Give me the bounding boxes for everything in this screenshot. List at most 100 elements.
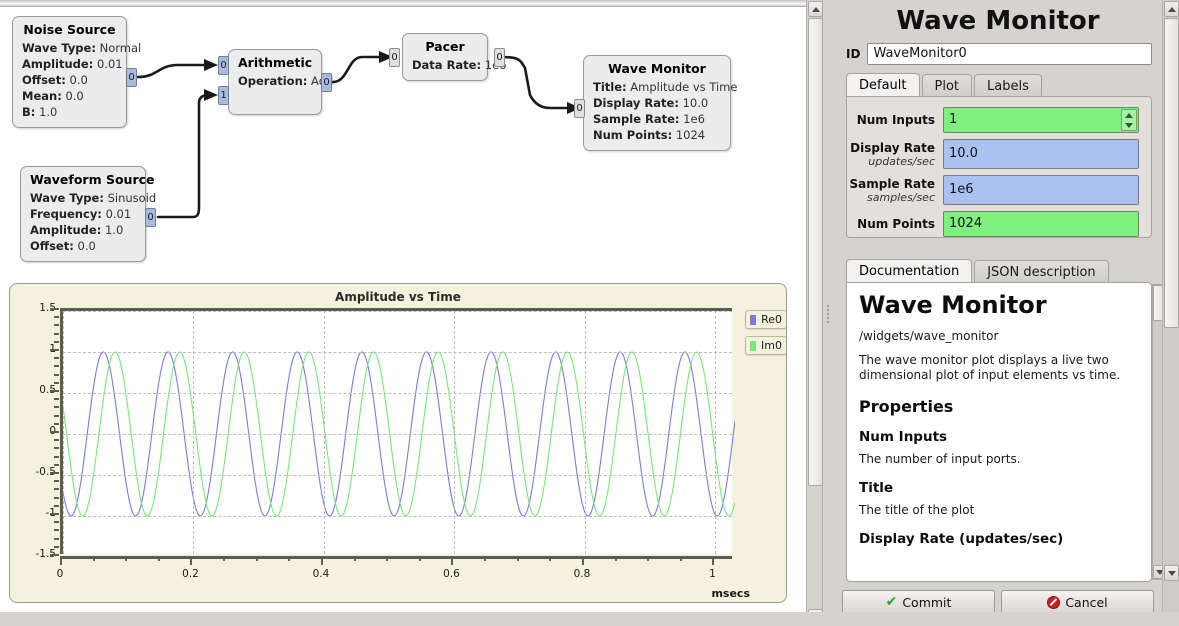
property-value: 0.0 xyxy=(70,73,88,87)
block-pacer[interactable]: Pacer Data Rate: 1e6 xyxy=(402,33,488,81)
property-value: 1e6 xyxy=(683,112,705,126)
x-tick-label: 0.2 xyxy=(182,568,199,580)
num-inputs-stepper[interactable] xyxy=(1121,109,1137,131)
commit-button-label: Commit xyxy=(902,595,951,610)
property-value: 0.0 xyxy=(78,239,96,253)
x-tick-mark xyxy=(582,556,584,565)
block-wave-monitor[interactable]: Wave Monitor Title: Amplitude vs Time Di… xyxy=(583,55,731,151)
chart-legend: Re0 Im0 xyxy=(745,310,787,362)
id-row: ID WaveMonitor0 xyxy=(846,43,1152,65)
dialog-buttons: ✔ Commit Cancel xyxy=(842,590,1154,614)
property-value: Amplitude vs Time xyxy=(630,80,737,94)
property-value: 0.01 xyxy=(97,57,123,71)
property-value: 1.0 xyxy=(105,223,123,237)
chart-plot-area xyxy=(60,308,732,554)
x-tick-label: 0.4 xyxy=(313,568,330,580)
scroll-down-button[interactable] xyxy=(1164,565,1179,581)
y-tick-mark-minor xyxy=(54,521,59,523)
check-icon: ✔ xyxy=(886,594,898,610)
properties-pane-scrollbar[interactable] xyxy=(1162,0,1179,626)
y-tick-mark-minor xyxy=(54,423,59,425)
default-tab-panel: Num Inputs 1 Display Rate updates/sec 10… xyxy=(846,96,1152,238)
scrollbar-thumb[interactable] xyxy=(808,18,823,486)
y-tick-mark-minor xyxy=(54,398,59,400)
stepper-down-icon[interactable] xyxy=(1125,123,1133,128)
block-noise-source[interactable]: Noise Source Wave Type: Normal Amplitude… xyxy=(12,16,127,128)
legend-item: Im0 xyxy=(745,336,787,355)
block-waveform-source[interactable]: Waveform Source Wave Type: Sinusoid Freq… xyxy=(20,166,146,262)
y-tick-mark-minor xyxy=(54,505,59,507)
id-input[interactable]: WaveMonitor0 xyxy=(867,43,1152,65)
y-tick-mark-minor xyxy=(54,341,59,343)
display-rate-input[interactable]: 10.0 xyxy=(943,139,1139,169)
field-num-points: Num Points 1024 xyxy=(847,211,1153,237)
property-key: Sample Rate: xyxy=(593,112,680,126)
port-arithmetic-in-1[interactable]: 1 xyxy=(218,86,229,105)
y-tick-mark-minor xyxy=(54,406,59,408)
property-key: Num Points: xyxy=(593,128,672,142)
property-key: Mean: xyxy=(22,89,62,103)
x-tick-mark-minor xyxy=(517,556,519,561)
block-title: Waveform Source xyxy=(30,172,136,187)
canvas-horizontal-scrollbar[interactable] xyxy=(0,0,806,7)
gridline xyxy=(63,475,732,476)
gridline xyxy=(63,393,732,394)
y-tick-mark-minor xyxy=(54,456,59,458)
property-key: Wave Type: xyxy=(22,41,96,55)
x-tick-mark-minor xyxy=(680,556,682,561)
field-num-inputs: Num Inputs 1 xyxy=(847,107,1153,133)
pane-splitter[interactable] xyxy=(824,0,834,626)
num-inputs-input[interactable]: 1 xyxy=(943,107,1139,133)
y-tick-mark-minor xyxy=(54,488,59,490)
port-arithmetic-in-0[interactable]: 0 xyxy=(218,56,229,75)
block-property-row: Offset: 0.0 xyxy=(30,238,136,254)
id-label: ID xyxy=(846,47,860,61)
y-tick-mark-minor xyxy=(54,316,59,318)
property-key: Amplitude: xyxy=(22,57,93,71)
port-wave-monitor-in-0[interactable]: 0 xyxy=(574,99,585,118)
property-key: Title: xyxy=(593,80,627,94)
block-property-row: Wave Type: Sinusoid xyxy=(30,190,136,206)
x-tick-mark-minor xyxy=(386,556,388,561)
documentation-panel: Wave Monitor /widgets/wave_monitor The w… xyxy=(846,282,1152,582)
y-tick-mark-minor xyxy=(54,497,59,499)
sample-rate-input[interactable]: 1e6 xyxy=(943,175,1139,205)
flowgraph-canvas[interactable]: Noise Source Wave Type: Normal Amplitude… xyxy=(0,0,806,626)
stepper-up-icon[interactable] xyxy=(1125,113,1133,118)
doc-entry-name: Display Rate (updates/sec) xyxy=(859,531,1141,547)
x-tick-mark-minor xyxy=(647,556,649,561)
y-tick-mark-minor xyxy=(54,333,59,335)
y-tick-mark-minor xyxy=(54,546,59,548)
block-arithmetic[interactable]: Arithmetic Operation: Add xyxy=(228,49,322,115)
scroll-up-button[interactable] xyxy=(1164,1,1179,17)
scrollbar-thumb[interactable] xyxy=(1164,18,1179,328)
wave-monitor-plot[interactable]: Amplitude vs Time 1.510.50-0.5-1-1.5 00.… xyxy=(9,283,787,603)
commit-button[interactable]: ✔ Commit xyxy=(842,590,995,614)
num-points-input[interactable]: 1024 xyxy=(943,211,1139,237)
canvas-vertical-scrollbar[interactable] xyxy=(806,0,823,626)
property-key: B: xyxy=(22,105,35,119)
x-tick-mark xyxy=(321,556,323,565)
property-value: Normal xyxy=(100,41,142,55)
field-display-rate: Display Rate updates/sec 10.0 xyxy=(847,139,1153,169)
y-tick-mark-minor xyxy=(54,357,59,359)
cancel-button[interactable]: Cancel xyxy=(1001,590,1154,614)
port-waveform-source-out-0[interactable]: 0 xyxy=(145,208,156,227)
port-pacer-out-0[interactable]: 0 xyxy=(494,48,505,67)
x-tick-label: 1 xyxy=(709,568,716,580)
y-tick-mark-minor xyxy=(54,480,59,482)
scroll-up-button[interactable] xyxy=(808,1,823,17)
legend-swatch-re0 xyxy=(750,315,756,325)
x-tick-mark-minor xyxy=(419,556,421,561)
port-pacer-in-0[interactable]: 0 xyxy=(389,48,400,67)
port-arithmetic-out-0[interactable]: 0 xyxy=(321,73,332,92)
gridline xyxy=(63,352,732,353)
port-noise-source-out-0[interactable]: 0 xyxy=(126,68,137,87)
block-property-row: Operation: Add xyxy=(238,73,312,89)
y-tick-mark-minor xyxy=(54,382,59,384)
property-value: 10.0 xyxy=(683,96,709,110)
block-property-row: Data Rate: 1e6 xyxy=(412,57,478,73)
x-tick-mark-minor xyxy=(223,556,225,561)
block-title: Wave Monitor xyxy=(593,61,721,76)
doc-intro: The wave monitor plot displays a live tw… xyxy=(859,353,1141,383)
